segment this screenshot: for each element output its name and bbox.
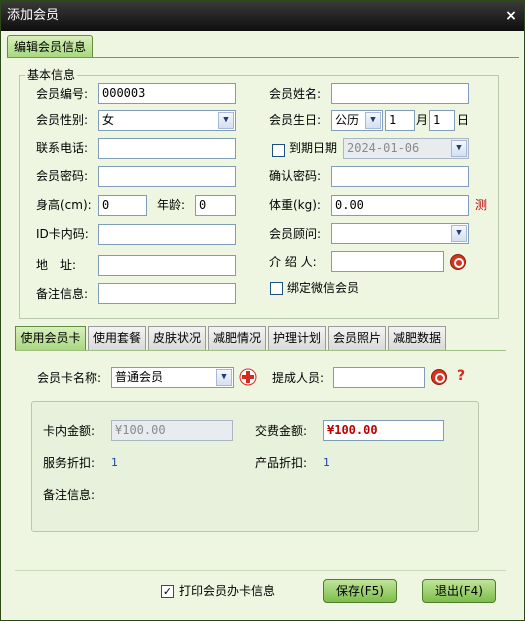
idcard-input[interactable] [98,224,236,245]
product-discount-label: 产品折扣: [255,456,308,470]
balance-input[interactable]: ¥100.00 [111,420,233,441]
advisor-select[interactable]: ▼ [331,223,469,244]
weight-input[interactable]: 0.00 [331,195,469,216]
tab-member-card[interactable]: 使用会员卡 [15,326,86,350]
chevron-down-icon[interactable]: ▼ [365,112,381,129]
search-icon[interactable] [431,369,447,385]
wechat-checkbox[interactable] [270,282,283,295]
chevron-down-icon[interactable]: ▼ [216,369,232,386]
tab-slimming-data[interactable]: 减肥数据 [388,326,446,350]
calendar-type-select[interactable]: 公历 ▼ [331,110,383,131]
member-no-input[interactable]: 000003 [98,83,236,104]
tab-slimming-status[interactable]: 减肥情况 [208,326,266,350]
weight-label: 体重(kg): [269,198,321,212]
gender-value: 女 [102,113,115,127]
confirm-password-input[interactable] [331,166,469,187]
card-name-value: 普通会员 [115,370,164,384]
tab-edit-member-info[interactable]: 编辑会员信息 [7,35,94,57]
add-card-icon[interactable] [239,368,257,386]
phone-input[interactable] [98,138,236,159]
calendar-type-value: 公历 [335,113,360,127]
expiry-date-value: 2024-01-06 [347,141,420,155]
exit-button[interactable]: 退出(F4) [422,579,496,603]
member-no-label: 会员编号: [36,87,89,101]
tab-skin[interactable]: 皮肤状况 [148,326,206,350]
card-name-label: 会员卡名称: [37,371,102,385]
idcard-label: ID卡内码: [36,227,89,241]
help-icon[interactable]: ? [457,366,465,386]
note-input[interactable] [98,283,236,304]
chevron-down-icon[interactable]: ▼ [451,140,467,157]
phone-label: 联系电话: [36,141,89,155]
title-bar: 添加会员 × [1,1,524,31]
confirm-password-label: 确认密码: [269,169,322,183]
password-input[interactable] [98,166,236,187]
gender-select[interactable]: 女 ▼ [98,110,236,131]
window-title: 添加会员 [7,8,60,23]
search-icon[interactable] [450,254,466,270]
expiry-date-picker[interactable]: 2024-01-06 ▼ [343,138,469,159]
expiry-label: 到期日期 [289,141,338,155]
gender-label: 会员性别: [36,113,89,127]
height-label: 身高(cm): [36,198,92,212]
card-note-label: 备注信息: [43,488,96,502]
member-name-input[interactable] [331,83,469,104]
day-unit: 日 [457,113,470,127]
fee-input[interactable]: ¥100.00 [323,420,444,441]
password-label: 会员密码: [36,169,89,183]
note-label: 备注信息: [36,287,89,301]
chevron-down-icon[interactable]: ▼ [218,112,234,129]
tab-package[interactable]: 使用套餐 [88,326,146,350]
tab-divider [7,57,519,58]
save-button[interactable]: 保存(F5) [323,579,397,603]
wechat-label: 绑定微信会员 [287,281,360,295]
tab-care-plan[interactable]: 护理计划 [268,326,326,350]
measure-link[interactable]: 测 [475,195,487,215]
tab-photos[interactable]: 会员照片 [328,326,386,350]
member-name-label: 会员姓名: [269,87,322,101]
fee-label: 交费金额: [255,424,308,438]
month-unit: 月 [416,113,429,127]
advisor-label: 会员顾问: [269,227,322,241]
birth-day-input[interactable]: 1 [429,110,455,131]
address-input[interactable] [98,255,236,276]
print-label: 打印会员办卡信息 [179,584,276,598]
balance-label: 卡内金额: [43,424,96,438]
birthday-label: 会员生日: [269,113,322,127]
birth-month-input[interactable]: 1 [385,110,415,131]
service-discount-value: 1 [111,456,118,469]
basic-info-legend: 基本信息 [25,68,78,82]
referrer-input[interactable] [331,251,444,272]
age-label: 年龄: [157,198,186,212]
expiry-checkbox[interactable] [272,144,285,157]
age-input[interactable]: 0 [195,195,236,216]
footer-divider [15,570,506,571]
close-icon[interactable]: × [504,9,518,23]
referrer-label: 介 绍 人: [269,255,317,269]
card-name-select[interactable]: 普通会员 ▼ [111,367,234,388]
print-checkbox[interactable]: ✓ [161,585,174,598]
service-discount-label: 服务折扣: [43,456,96,470]
commission-label: 提成人员: [272,371,325,385]
add-member-dialog: 添加会员 × 编辑会员信息 基本信息 会员编号: 000003 会员姓名: 会员… [0,0,525,621]
address-label: 地 址: [36,258,77,272]
height-input[interactable]: 0 [98,195,147,216]
commission-input[interactable] [333,367,425,388]
product-discount-value: 1 [323,456,330,469]
chevron-down-icon[interactable]: ▼ [451,225,467,242]
